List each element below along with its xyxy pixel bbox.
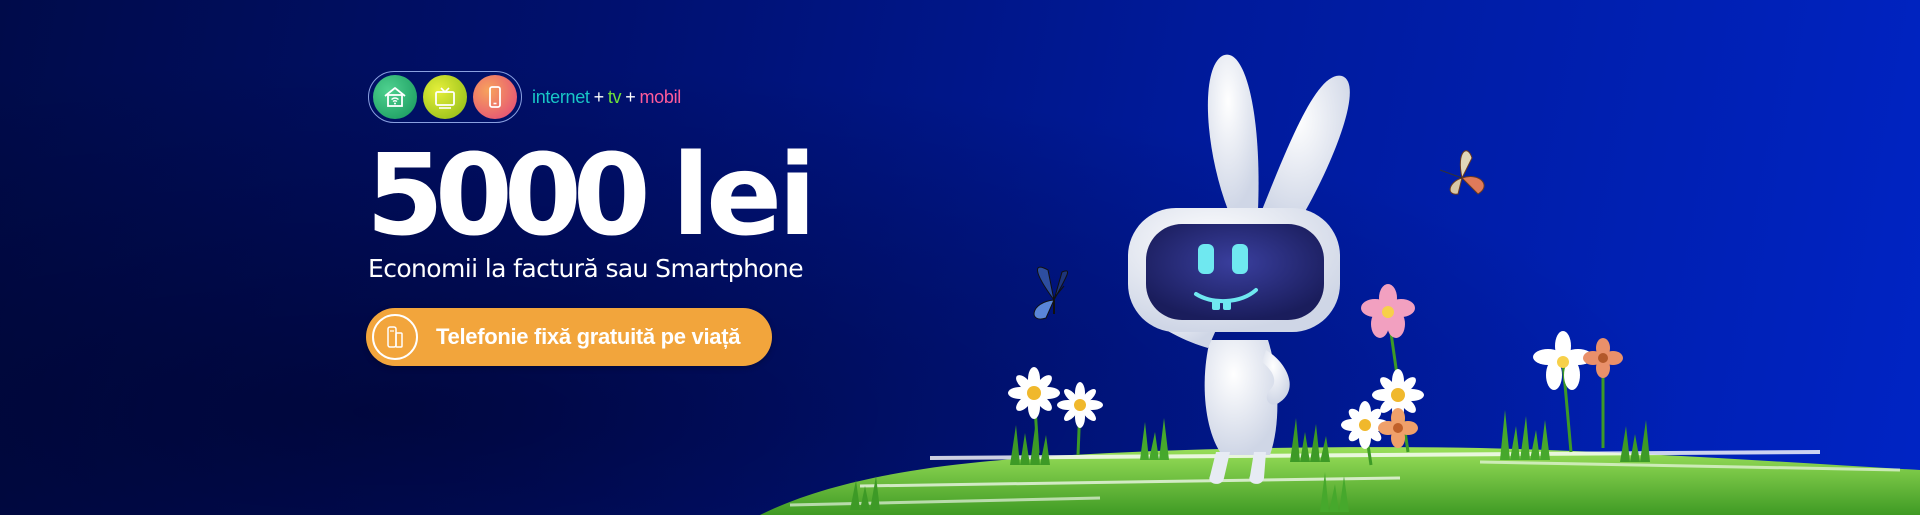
background-vignette (0, 0, 1920, 515)
offer-amount: 5000 (366, 131, 651, 261)
offer-subtitle: Economii la factură sau Smartphone (368, 254, 804, 283)
plus-sign: + (593, 86, 605, 107)
service-label-internet: internet (532, 86, 590, 107)
free-landline-label: Telefonie fixă gratuită pe viață (436, 324, 741, 349)
services-pill (368, 71, 522, 123)
offer-currency: lei (671, 131, 817, 261)
services-labels: internet + tv + mobil (532, 87, 681, 108)
offer-price: 5000 lei (366, 131, 817, 261)
service-label-tv: tv (607, 86, 622, 107)
smartphone-icon (473, 75, 517, 119)
services-row: internet + tv + mobil (368, 71, 681, 123)
free-landline-button[interactable]: Telefonie fixă gratuită pe viață (366, 308, 772, 366)
house-wifi-icon (373, 75, 417, 119)
service-label-mobil: mobil (639, 86, 681, 107)
landline-phone-icon (372, 314, 418, 360)
plus-sign: + (625, 86, 636, 107)
promo-banner[interactable]: internet + tv + mobil 5000 lei Economii la f… (0, 0, 1920, 515)
tv-icon (423, 75, 467, 119)
